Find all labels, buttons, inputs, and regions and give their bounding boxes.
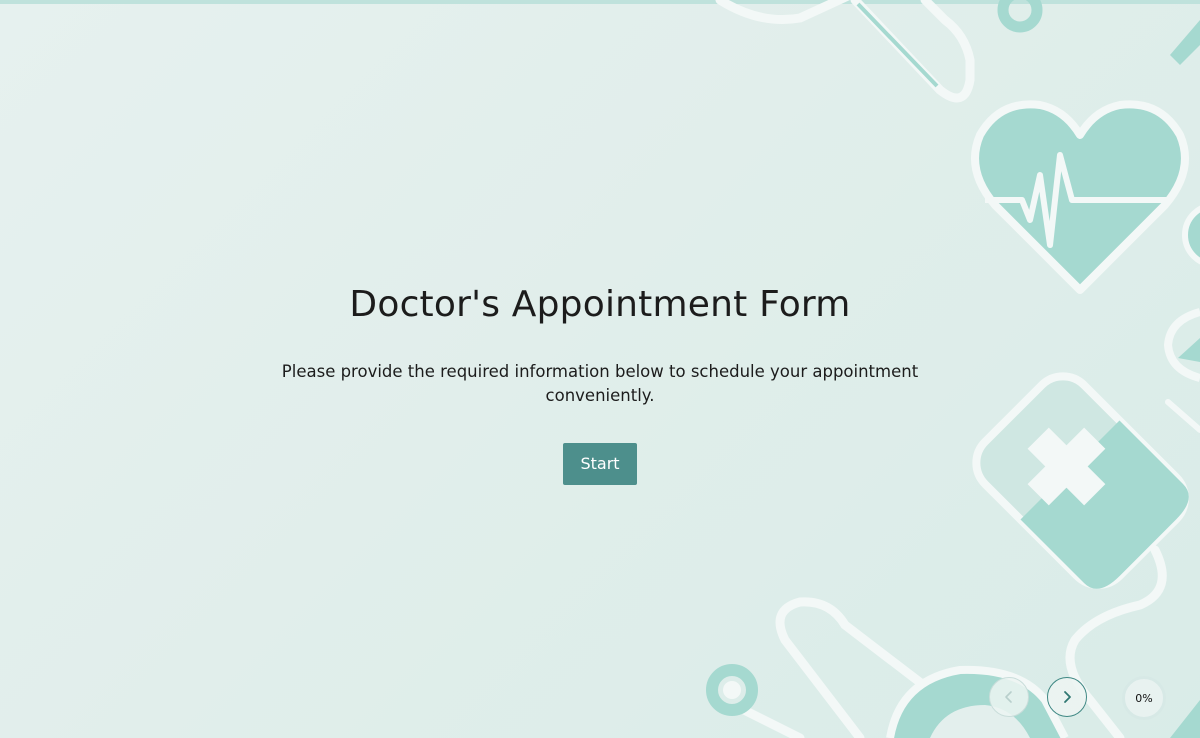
top-accent-bar (0, 0, 1200, 4)
start-button[interactable]: Start (563, 443, 637, 485)
progress-indicator: 0% (1122, 676, 1166, 720)
welcome-panel: Doctor's Appointment Form Please provide… (250, 280, 950, 485)
next-button[interactable] (1047, 677, 1087, 717)
progress-label: 0% (1135, 691, 1153, 705)
heart-pulse-icon (971, 100, 1189, 294)
form-title: Doctor's Appointment Form (349, 284, 851, 325)
form-subtitle: Please provide the required information … (281, 362, 919, 405)
iv-bag-icon (972, 372, 1189, 589)
stethoscope-chestpiece-icon (706, 664, 758, 716)
chevron-left-icon (1005, 691, 1012, 703)
chevron-right-icon (1064, 691, 1071, 703)
stethoscope-top-icon (715, 0, 975, 103)
ring-decor-icon (997, 0, 1043, 33)
stethoscope-bottom-icon (735, 597, 935, 738)
previous-button[interactable] (989, 677, 1029, 717)
